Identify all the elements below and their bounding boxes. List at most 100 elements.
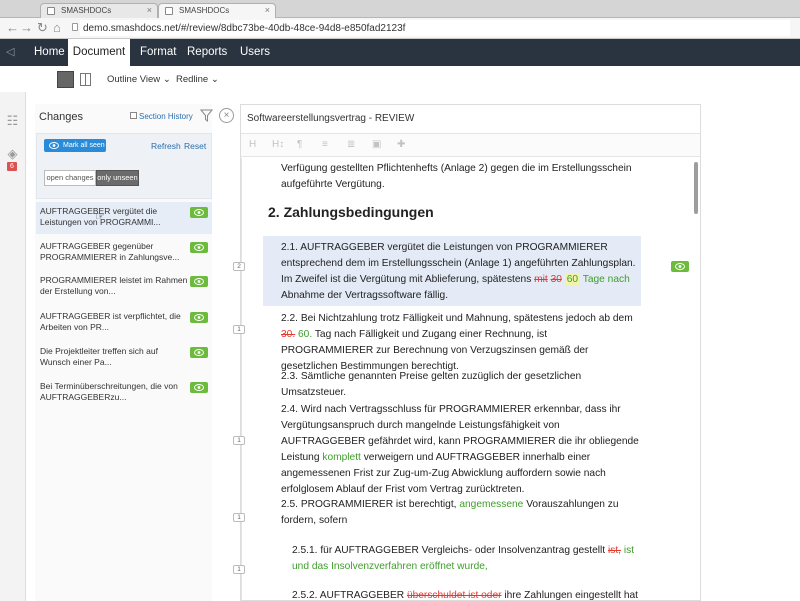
deleted-text: 30 bbox=[550, 274, 562, 285]
change-item-text: Bei Terminüberschreitungen, die von AUFT… bbox=[40, 381, 178, 402]
paragraph-2-5-2[interactable]: 2.5.2. AUFTRAGGEBER überschuldet ist ode… bbox=[292, 588, 643, 601]
change-item-text: AUFTRAGGEBER ist verpflichtet, die Arbei… bbox=[40, 311, 181, 332]
change-item[interactable]: AUFTRAGGEBER ist verpflichtet, die Arbei… bbox=[36, 307, 212, 339]
document-gutter bbox=[241, 158, 242, 601]
mark-all-seen-button[interactable]: Mark all seen bbox=[44, 139, 106, 152]
format-toolbar bbox=[241, 133, 700, 157]
inserted-text: Tage nach bbox=[582, 274, 630, 285]
view-change-button[interactable] bbox=[190, 276, 208, 287]
deleted-text: überschuldet ist oder bbox=[406, 590, 502, 601]
nav-users[interactable]: Users bbox=[240, 39, 270, 66]
heading-level-icon[interactable]: H↕ bbox=[272, 139, 284, 151]
browser-tab[interactable]: SMASHDOCs × bbox=[40, 3, 158, 18]
nav-format[interactable]: Format bbox=[140, 39, 176, 66]
outline-tree-icon[interactable]: ☷ bbox=[5, 114, 20, 128]
split-view-icon[interactable] bbox=[80, 73, 91, 86]
chevron-down-icon: ⌄ bbox=[210, 74, 219, 85]
side-rail: ☷ ◈ 6 bbox=[0, 92, 26, 601]
change-item[interactable]: PROGRAMMIERER leistet im Rahmen der Erst… bbox=[36, 271, 212, 303]
outline-view-dropdown[interactable]: Outline View ⌄ bbox=[107, 74, 171, 85]
mouse-cursor-icon: ☞ bbox=[95, 211, 105, 223]
section-heading: 2. Zahlungsbedingungen bbox=[268, 204, 434, 220]
document-scrollbar[interactable] bbox=[693, 160, 699, 601]
text-span: ihre Zahlungen eingestellt hat bbox=[501, 590, 639, 601]
open-changes-toggle[interactable]: open changes bbox=[44, 170, 96, 186]
redline-label: Redline bbox=[176, 74, 209, 85]
deleted-text: mit bbox=[534, 274, 548, 285]
favicon-icon bbox=[47, 7, 55, 15]
browser-tab-strip: SMASHDOCs × SMASHDOCs × bbox=[0, 0, 800, 18]
app-navbar: ◁ Home Document Format Reports Users bbox=[0, 39, 800, 66]
heading-icon[interactable]: H bbox=[249, 139, 256, 151]
deleted-text: ist, bbox=[607, 545, 621, 556]
section-history-checkbox[interactable] bbox=[130, 112, 137, 119]
paragraph-icon[interactable]: ¶ bbox=[297, 139, 302, 151]
nav-document[interactable]: Document bbox=[68, 39, 130, 66]
eye-icon bbox=[49, 142, 59, 149]
text-span: Abnahme der Vertragssoftware fällig. bbox=[281, 290, 449, 301]
text-span: 2.5. PROGRAMMIERER ist berechtigt, bbox=[281, 499, 460, 510]
text-span: 2.5.2. AUFTRAGGEBER bbox=[292, 590, 407, 601]
single-view-icon[interactable] bbox=[57, 71, 74, 88]
paragraph-2-5[interactable]: 2.5. PROGRAMMIERER ist berechtigt, angem… bbox=[281, 497, 641, 529]
changes-count-badge: 6 bbox=[7, 162, 17, 171]
view-change-button[interactable] bbox=[190, 382, 208, 393]
refresh-button[interactable]: Refresh bbox=[151, 141, 181, 151]
paragraph-2-2[interactable]: 2.2. Bei Nichtzahlung trotz Fälligkeit u… bbox=[281, 311, 641, 375]
document-title: Softwareerstellungsvertrag - REVIEW bbox=[247, 113, 415, 124]
forward-arrow-icon[interactable]: → bbox=[20, 20, 33, 36]
reload-icon[interactable]: ↻ bbox=[37, 20, 48, 36]
numbered-list-icon[interactable]: ≣ bbox=[347, 139, 355, 151]
view-change-button[interactable] bbox=[190, 207, 208, 218]
image-icon[interactable]: ▣ bbox=[372, 139, 381, 151]
text-span: 2.2. Bei Nichtzahlung trotz Fälligkeit u… bbox=[281, 313, 633, 324]
nav-home[interactable]: Home bbox=[34, 39, 65, 66]
text-span: 2.5.1. für AUFTRAGGEBER Vergleichs- oder… bbox=[292, 545, 608, 556]
back-arrow-icon[interactable]: ← bbox=[6, 20, 19, 36]
change-item[interactable]: Bei Terminüberschreitungen, die von AUFT… bbox=[36, 377, 212, 409]
filter-icon[interactable] bbox=[200, 109, 213, 122]
reset-button[interactable]: Reset bbox=[184, 141, 206, 151]
change-item-text: AUFTRAGGEBER vergütet die Leistungen von… bbox=[40, 206, 161, 227]
close-tab-icon[interactable]: × bbox=[147, 4, 152, 17]
view-change-button[interactable] bbox=[190, 347, 208, 358]
view-change-button[interactable] bbox=[671, 261, 689, 272]
section-history-label[interactable]: Section History bbox=[139, 112, 193, 121]
change-count-marker[interactable]: 1 bbox=[233, 436, 245, 445]
browser-tab-active[interactable]: SMASHDOCs × bbox=[158, 3, 276, 18]
only-unseen-toggle[interactable]: only unseen bbox=[96, 170, 139, 186]
close-tab-icon[interactable]: × bbox=[265, 4, 270, 17]
add-icon[interactable]: ✚ bbox=[397, 139, 405, 151]
home-icon[interactable]: ⌂ bbox=[53, 20, 61, 36]
change-count-marker[interactable]: 1 bbox=[233, 513, 245, 522]
mark-all-seen-label: Mark all seen bbox=[63, 142, 105, 149]
eye-icon bbox=[194, 314, 204, 321]
address-bar[interactable] bbox=[80, 20, 790, 36]
paragraph-2-5-1[interactable]: 2.5.1. für AUFTRAGGEBER Vergleichs- oder… bbox=[292, 543, 643, 575]
collapse-arrow-icon[interactable]: ◁ bbox=[6, 45, 14, 58]
paragraph-2-3[interactable]: 2.3. Sämtliche genannten Preise gelten z… bbox=[281, 369, 641, 401]
bullet-list-icon[interactable]: ≡ bbox=[322, 139, 328, 151]
deleted-text: 30. bbox=[281, 329, 296, 340]
layers-icon[interactable]: ◈ bbox=[5, 147, 20, 161]
nav-reports[interactable]: Reports bbox=[187, 39, 227, 66]
browser-toolbar: ← → ↻ ⌂ bbox=[0, 18, 800, 39]
change-count-marker[interactable]: 1 bbox=[233, 325, 245, 334]
eye-icon bbox=[675, 263, 685, 270]
change-count-marker[interactable]: 1 bbox=[233, 565, 245, 574]
view-change-button[interactable] bbox=[190, 242, 208, 253]
inserted-text: 60. bbox=[298, 329, 313, 340]
paragraph-2-1[interactable]: 2.1. AUFTRAGGEBER vergütet die Leistunge… bbox=[263, 236, 641, 306]
view-change-button[interactable] bbox=[190, 312, 208, 323]
scrollbar-thumb[interactable] bbox=[694, 162, 698, 214]
paragraph-2-4[interactable]: 2.4. Wird nach Vertragsschluss für PROGR… bbox=[281, 402, 641, 498]
page-icon bbox=[72, 23, 78, 31]
change-count-marker[interactable]: 2 bbox=[233, 262, 245, 271]
eye-icon bbox=[194, 278, 204, 285]
eye-icon bbox=[194, 349, 204, 356]
redline-dropdown[interactable]: Redline ⌄ bbox=[176, 74, 219, 85]
close-icon[interactable]: × bbox=[219, 108, 234, 123]
change-item[interactable]: AUFTRAGGEBER vergütet die Leistungen von… bbox=[36, 202, 212, 234]
change-item[interactable]: Die Projektleiter treffen sich auf Wunsc… bbox=[36, 342, 212, 374]
change-item[interactable]: AUFTRAGGEBER gegenüber PROGRAMMIERER in … bbox=[36, 237, 212, 269]
